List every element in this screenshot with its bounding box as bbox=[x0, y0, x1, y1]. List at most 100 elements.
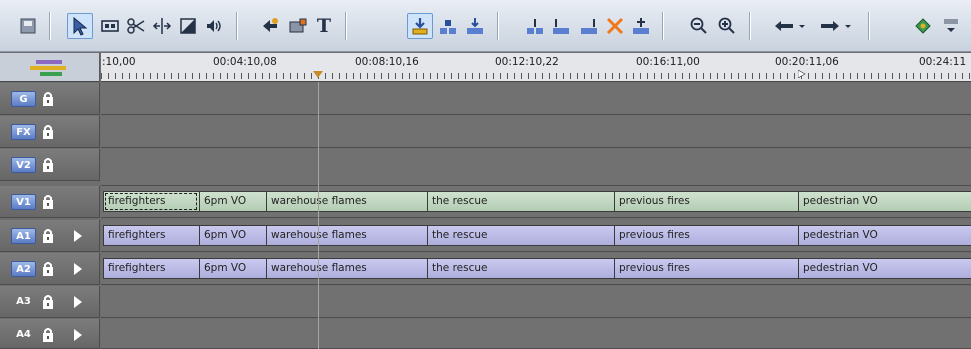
track-area-v2[interactable] bbox=[101, 149, 971, 186]
track-header-a3[interactable]: A3 bbox=[0, 286, 100, 318]
select-tool-icon[interactable] bbox=[67, 13, 93, 39]
ruler-timecode: 00:04:10,08 bbox=[213, 56, 277, 68]
ruler-ticks bbox=[101, 73, 971, 79]
redo-dropdown-icon[interactable] bbox=[816, 13, 856, 39]
more-tools-icon[interactable] bbox=[938, 13, 964, 39]
expand-track-icon[interactable] bbox=[73, 295, 83, 309]
track-label-a4: A4 bbox=[16, 329, 31, 340]
track-label-v2: V2 bbox=[11, 157, 36, 173]
title-tool-glyph: T bbox=[316, 15, 332, 37]
out-point-marker-icon[interactable] bbox=[798, 70, 806, 78]
title-tool-icon[interactable]: T bbox=[311, 13, 337, 39]
clip[interactable]: 6pm VO bbox=[199, 258, 266, 279]
playhead-line[interactable] bbox=[318, 82, 319, 349]
clip[interactable]: warehouse flames bbox=[266, 225, 427, 246]
insert-mode-icon[interactable] bbox=[435, 13, 461, 39]
track-header-v2[interactable]: V2 bbox=[0, 149, 100, 181]
track-label-a2: A2 bbox=[11, 261, 36, 277]
toolbar-separator bbox=[868, 12, 870, 40]
storyboard-toggle-icon[interactable] bbox=[15, 13, 41, 39]
toolbar-separator bbox=[749, 12, 751, 40]
ruler-timecode: :10,00 bbox=[102, 56, 136, 68]
timeline-toolbar: T bbox=[0, 0, 971, 52]
audio-volume-icon[interactable] bbox=[201, 13, 227, 39]
clip[interactable]: warehouse flames bbox=[266, 191, 427, 212]
track-label-v1: V1 bbox=[11, 194, 36, 210]
clip[interactable]: previous fires bbox=[614, 258, 798, 279]
playhead-marker-icon[interactable] bbox=[313, 71, 323, 79]
ruler-timecode: 00:24:11 bbox=[919, 56, 967, 68]
lock-icon[interactable] bbox=[42, 157, 54, 173]
clip[interactable]: previous fires bbox=[614, 225, 798, 246]
track-header-fx[interactable]: FX bbox=[0, 116, 100, 148]
transition-tool-icon[interactable] bbox=[257, 13, 283, 39]
zoom-in-icon[interactable] bbox=[714, 13, 740, 39]
lock-icon[interactable] bbox=[42, 91, 54, 107]
track-header-a1[interactable]: A1 bbox=[0, 220, 100, 252]
ruler-timecode: 00:12:10,22 bbox=[495, 56, 559, 68]
clip[interactable]: pedestrian VO bbox=[798, 191, 971, 212]
lock-icon[interactable] bbox=[42, 194, 54, 210]
expand-track-icon[interactable] bbox=[73, 262, 83, 276]
toolbar-separator bbox=[345, 12, 347, 40]
clip[interactable]: the rescue bbox=[427, 225, 614, 246]
delete-clip-icon[interactable] bbox=[602, 13, 628, 39]
clip[interactable]: 6pm VO bbox=[199, 225, 266, 246]
clip[interactable]: firefighters bbox=[103, 191, 199, 212]
track-area-g[interactable] bbox=[101, 83, 971, 115]
track-area-a3[interactable] bbox=[101, 286, 971, 318]
track-label-a3: A3 bbox=[16, 296, 31, 307]
track-header-a4[interactable]: A4 bbox=[0, 319, 100, 349]
ruler-timecode: 00:16:11,00 bbox=[636, 56, 700, 68]
timeline-zoom-icon[interactable] bbox=[30, 59, 70, 77]
lock-icon[interactable] bbox=[42, 261, 54, 277]
clip[interactable]: pedestrian VO bbox=[798, 225, 971, 246]
lock-icon[interactable] bbox=[42, 124, 54, 140]
slip-tool-icon[interactable] bbox=[149, 13, 175, 39]
clip[interactable]: 6pm VO bbox=[199, 191, 266, 212]
split-clip-icon[interactable] bbox=[628, 13, 654, 39]
track-header-a2[interactable]: A2 bbox=[0, 253, 100, 285]
track-header-g[interactable]: G bbox=[0, 83, 100, 115]
ruler-timecode: 00:08:10,16 bbox=[355, 56, 419, 68]
track-area-a2[interactable]: firefighters 6pm VO warehouse flames the… bbox=[101, 253, 971, 285]
track-label-fx: FX bbox=[11, 124, 36, 140]
razor-tool-icon[interactable] bbox=[123, 13, 149, 39]
expand-track-icon[interactable] bbox=[73, 229, 83, 243]
track-label-g: G bbox=[11, 91, 36, 107]
toolbar-separator bbox=[236, 12, 238, 40]
clip[interactable]: the rescue bbox=[427, 191, 614, 212]
clip[interactable]: firefighters bbox=[103, 258, 199, 279]
track-area-v1[interactable]: firefighters 6pm VO warehouse flames the… bbox=[101, 186, 971, 218]
lock-icon[interactable] bbox=[42, 228, 54, 244]
track-area-fx[interactable] bbox=[101, 116, 971, 148]
clip[interactable]: previous fires bbox=[614, 191, 798, 212]
zoom-out-icon[interactable] bbox=[686, 13, 712, 39]
clip[interactable]: pedestrian VO bbox=[798, 258, 971, 279]
marker-tool-icon[interactable] bbox=[910, 13, 936, 39]
trim-tool-icon[interactable] bbox=[97, 13, 123, 39]
undo-dropdown-icon[interactable] bbox=[770, 13, 810, 39]
expand-track-icon[interactable] bbox=[73, 328, 83, 342]
ripple-delete-icon[interactable] bbox=[522, 13, 548, 39]
track-area-a1[interactable]: firefighters 6pm VO warehouse flames the… bbox=[101, 220, 971, 252]
ruler-corner bbox=[0, 53, 100, 82]
track-header-v1[interactable]: V1 bbox=[0, 186, 100, 218]
effects-tool-icon[interactable] bbox=[285, 13, 311, 39]
extract-clip-icon[interactable] bbox=[576, 13, 602, 39]
toolbar-separator bbox=[497, 12, 499, 40]
track-area-a4[interactable] bbox=[101, 319, 971, 349]
toolbar-separator bbox=[662, 12, 664, 40]
toolbar-separator bbox=[49, 12, 51, 40]
ripple-mode-icon[interactable] bbox=[462, 13, 488, 39]
lift-clip-icon[interactable] bbox=[548, 13, 574, 39]
fade-tool-icon[interactable] bbox=[175, 13, 201, 39]
clip[interactable]: the rescue bbox=[427, 258, 614, 279]
clip[interactable]: firefighters bbox=[103, 225, 199, 246]
timeline-ruler[interactable]: :10,00 00:04:10,08 00:08:10,16 00:12:10,… bbox=[101, 53, 971, 82]
overwrite-mode-icon[interactable] bbox=[407, 13, 433, 39]
lock-icon[interactable] bbox=[42, 294, 54, 310]
lock-icon[interactable] bbox=[42, 327, 54, 343]
clip[interactable]: warehouse flames bbox=[266, 258, 427, 279]
ruler-timecode: 00:20:11,06 bbox=[775, 56, 839, 68]
